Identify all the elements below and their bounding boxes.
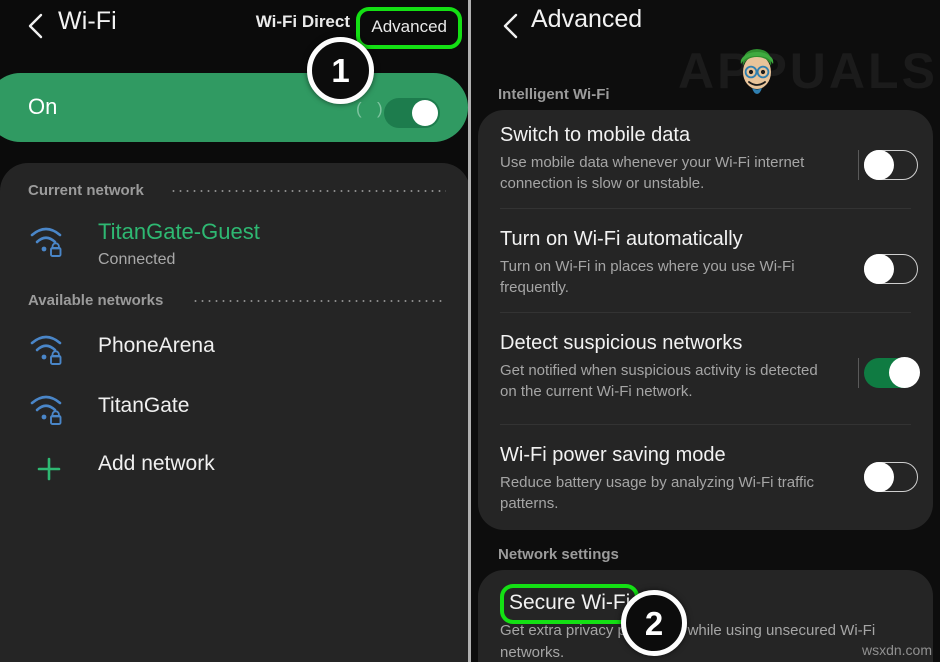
toggle-knob [412, 100, 438, 126]
wifi-lock-icon [28, 222, 70, 260]
toggle-divider [858, 150, 859, 180]
wifi-master-toggle[interactable] [384, 98, 440, 128]
wifi-lock-icon [28, 390, 70, 428]
setting-description: Get notified when suspicious activity is… [500, 362, 818, 400]
network-list-item[interactable]: PhoneArena [0, 320, 470, 380]
toggle-wifi-power-saving-mode[interactable] [864, 462, 918, 492]
panel-divider [468, 0, 471, 662]
tab-wifi-direct[interactable]: Wi-Fi Direct [256, 12, 350, 32]
secure-wifi-title[interactable]: Secure Wi-Fi [500, 584, 640, 624]
toggle-knob [864, 462, 894, 492]
network-name: PhoneArena [98, 334, 215, 357]
add-network-row[interactable]: Add network [0, 438, 470, 498]
wifi-state-label: On [28, 94, 58, 119]
plus-icon [37, 457, 61, 481]
step-badge-1: 1 [307, 37, 374, 104]
setting-title: Switch to mobile data [500, 124, 691, 146]
section-heading-available-networks: Available networks [28, 292, 164, 309]
toggle-knob [864, 254, 894, 284]
wifi-on-banner: On ( ) [0, 73, 468, 142]
step-badge-2: 2 [621, 590, 687, 656]
left-header-bar: Wi-Fi Wi-Fi Direct Advanced [0, 0, 470, 52]
wifi-lock-icon [28, 330, 70, 368]
banner-paren-right: ) [377, 99, 383, 118]
setting-description: Reduce battery usage by analyzing Wi-Fi … [500, 474, 815, 512]
back-chevron-icon[interactable] [24, 12, 46, 45]
section-heading-current-network: Current network [28, 182, 144, 199]
setting-title: Detect suspicious networks [500, 332, 743, 354]
secure-wifi-description: Get extra privacy protection while using… [500, 622, 876, 661]
dotted-divider-current [170, 190, 446, 192]
screenshot-root: Wi-Fi Wi-Fi Direct Advanced On ( ) Curre… [0, 0, 940, 662]
toggle-divider [858, 358, 859, 388]
add-network-label: Add network [98, 452, 215, 475]
setting-separator [500, 312, 911, 313]
setting-title: Turn on Wi-Fi automatically [500, 228, 743, 250]
section-heading-intelligent-wifi: Intelligent Wi-Fi [498, 86, 610, 103]
banner-paren-left: ( [356, 99, 362, 118]
back-chevron-icon[interactable] [499, 12, 521, 45]
setting-title: Wi-Fi power saving mode [500, 444, 726, 466]
current-network-row[interactable]: TitanGate-Guest Connected [0, 212, 470, 274]
toggle-knob [889, 357, 920, 388]
site-watermark: wsxdn.com [861, 642, 932, 658]
current-network-status: Connected [98, 251, 176, 268]
current-network-name: TitanGate-Guest [98, 219, 260, 244]
tab-advanced[interactable]: Advanced [356, 7, 462, 49]
setting-description: Use mobile data whenever your Wi-Fi inte… [500, 154, 805, 192]
setting-description: Turn on Wi-Fi in places where you use Wi… [500, 258, 795, 296]
setting-separator [500, 424, 911, 425]
dotted-divider-available [192, 300, 446, 302]
toggle-turn-on-wifi-automatically[interactable] [864, 254, 918, 284]
toggle-switch-to-mobile-data[interactable] [864, 150, 918, 180]
toggle-detect-suspicious-networks[interactable] [864, 357, 920, 388]
page-title: Wi-Fi [58, 7, 117, 35]
network-list-item[interactable]: TitanGate [0, 380, 470, 440]
wifi-settings-panel: Wi-Fi Wi-Fi Direct Advanced On ( ) Curre… [0, 0, 470, 662]
advanced-page-title: Advanced [531, 5, 643, 33]
setting-separator [500, 208, 911, 209]
section-heading-network-settings: Network settings [498, 546, 619, 563]
toggle-knob [864, 150, 894, 180]
network-name: TitanGate [98, 394, 190, 417]
